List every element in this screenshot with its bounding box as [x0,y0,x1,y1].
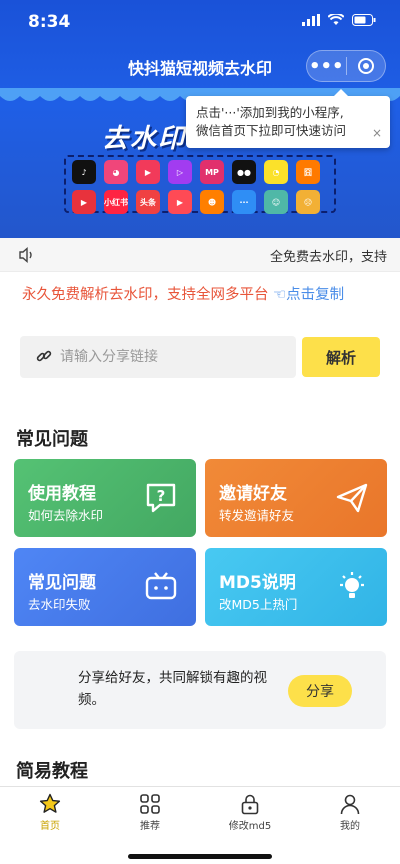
invite-friends-card[interactable]: 邀请好友 转发邀请好友 [205,459,387,537]
tab-mine[interactable]: 我的 [300,787,400,835]
tooltip-close-icon[interactable]: × [372,124,382,142]
tooltip-line-2: 微信首页下拉即可快速访问 [196,123,347,138]
platform-logo: ··· [232,190,256,214]
person-icon [340,794,360,815]
tv-icon [145,572,177,600]
platform-logo: 囧 [296,160,320,184]
speaker-icon [19,246,32,264]
miniprogram-capsule: ••• [306,50,386,82]
platform-logo: ◕ [104,160,128,184]
tutorial-section-title: 简易教程 [16,761,88,782]
copy-link[interactable]: ☜点击复制 [273,287,344,303]
share-link-input[interactable] [60,336,290,378]
card-subtitle: 如何去除水印 [28,508,104,523]
platform-logo: 头条 [136,190,160,214]
banner-title: 去水印 [102,124,187,154]
tab-modify-md5[interactable]: 修改md5 [200,787,300,835]
link-icon [36,350,52,362]
grid-icon [140,794,160,814]
share-button[interactable]: 分享 [288,675,352,707]
tooltip-line-1: 点击'···'添加到我的小程序, [196,105,344,120]
target-icon [357,58,374,74]
platform-logo: MP [200,160,224,184]
platform-logo: ☻ [200,190,224,214]
parse-button[interactable]: 解析 [302,337,380,377]
faq-section-title: 常见问题 [16,429,88,450]
promo-line: 永久免费解析去水印，支持全网多平台 ☜点击复制 [22,283,344,304]
bottom-tab-bar: 首页 推荐 修改md5 我的 [0,786,400,864]
platform-logo: ▷ [168,160,192,184]
paper-plane-icon [336,483,368,513]
faq-card[interactable]: 常见问题 去水印失败 [14,548,196,626]
tab-recommend[interactable]: 推荐 [100,787,200,835]
platform-logo: ♪ [72,160,96,184]
tab-label: 推荐 [140,821,160,832]
battery-icon [352,14,376,26]
home-indicator [128,854,272,859]
tab-label: 我的 [340,821,360,832]
question-bubble-icon: ? [146,483,176,513]
card-title: 邀请好友 [219,484,287,504]
platform-logo: ☺ [264,190,288,214]
share-text: 分享给好友，共同解锁有趣的视频。 [78,670,267,708]
lightbulb-icon [340,572,364,598]
supported-platforms-grid: ♪ ◕ ▶ ▷ MP ●● ◔ 囧 ▶ 小红书 头条 ▶ ☻ ··· ☺ ☹ [64,155,336,214]
platform-logo: ▶ [168,190,192,214]
status-time: 8:34 [28,12,71,32]
platform-logo: ▶ [136,160,160,184]
tab-home[interactable]: 首页 [0,787,100,835]
card-subtitle: 改MD5上热门 [219,597,298,612]
star-icon [39,793,61,813]
promo-text: 永久免费解析去水印，支持全网多平台 [22,287,269,303]
card-title: 常见问题 [28,573,96,593]
tab-label: 修改md5 [228,821,272,832]
platform-logo: ●● [232,160,256,184]
md5-info-card[interactable]: MD5说明 改MD5上热门 [205,548,387,626]
svg-text:?: ? [157,487,166,505]
more-button[interactable]: ••• [307,51,346,81]
platform-logo: 小红书 [104,190,128,214]
tutorial-card[interactable]: 使用教程 如何去除水印 ? [14,459,196,537]
wifi-icon [328,14,344,25]
card-title: MD5说明 [219,573,296,593]
platform-logo: ☹ [296,190,320,214]
close-button[interactable] [347,51,386,81]
signal-icon [302,14,320,26]
card-title: 使用教程 [28,484,96,504]
platform-logo: ▶ [72,190,96,214]
lock-icon [241,794,259,815]
add-to-miniprogram-tooltip: 点击'···'添加到我的小程序, 微信首页下拉即可快速访问 × [186,89,390,148]
share-panel: 分享给好友，共同解锁有趣的视频。 分享 [14,651,386,729]
share-link-field[interactable] [20,336,296,378]
card-subtitle: 转发邀请好友 [219,508,295,523]
notice-bar: 全免费去水印，支持 [0,238,400,272]
notice-text: 全免费去水印，支持 [270,250,388,265]
card-subtitle: 去水印失败 [28,597,91,612]
status-bar: 8:34 [0,0,400,44]
platform-logo: ◔ [264,160,288,184]
tab-label: 首页 [40,821,60,832]
status-icons [302,14,376,26]
